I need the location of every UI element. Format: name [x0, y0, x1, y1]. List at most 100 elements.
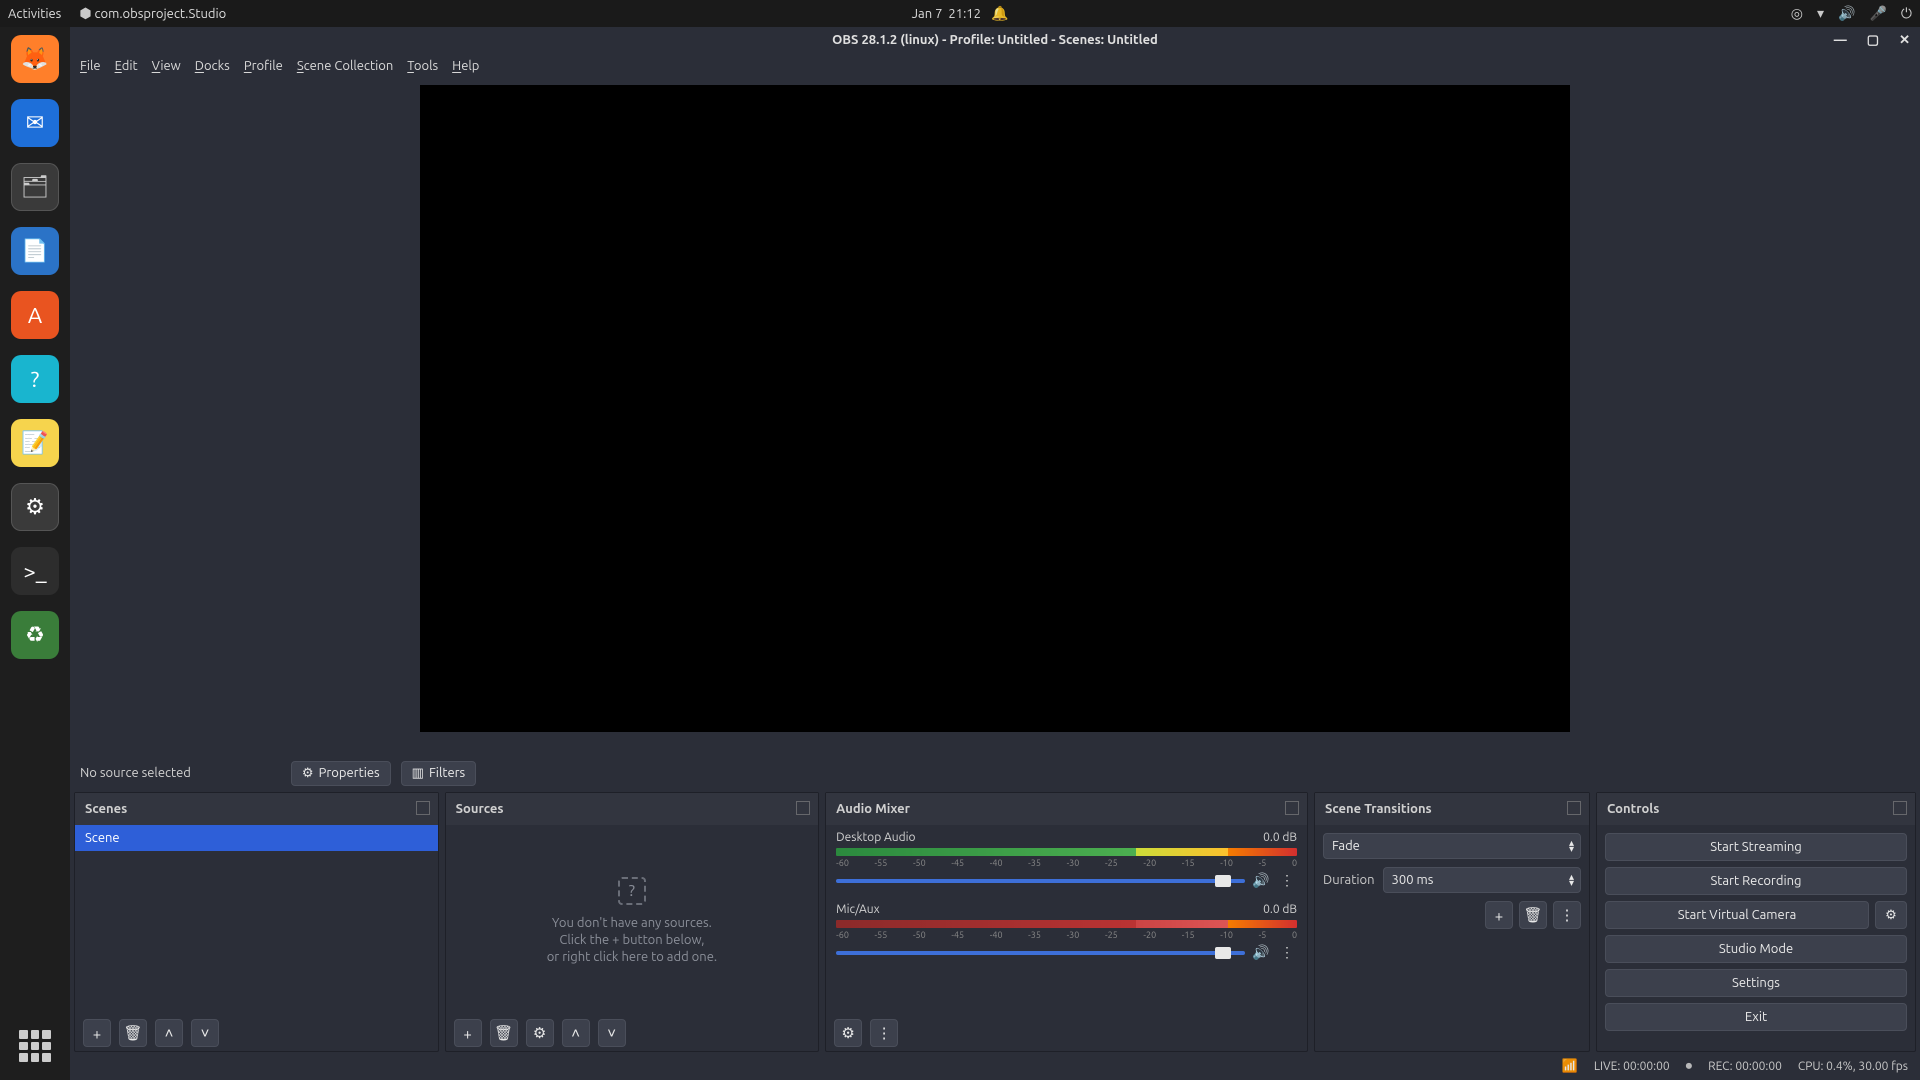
mixer-menu-button[interactable]: ⋮	[870, 1019, 898, 1047]
menu-file[interactable]: File	[80, 59, 101, 73]
date-label[interactable]: Jan 7 21:12	[912, 7, 981, 21]
obs-logo-icon: ⬢	[79, 5, 91, 21]
dock-software[interactable]: A	[11, 291, 59, 339]
dock-help[interactable]: ?	[11, 355, 59, 403]
source-toolbar: No source selected ⚙Properties ▥Filters	[70, 754, 1920, 792]
exit-button[interactable]: Exit	[1605, 1003, 1907, 1031]
menu-edit[interactable]: Edit	[115, 59, 138, 73]
menu-tools[interactable]: Tools	[407, 59, 438, 73]
scene-item[interactable]: Scene	[75, 825, 438, 851]
move-source-down-button[interactable]: ˅	[598, 1019, 626, 1047]
filters-button[interactable]: ▥Filters	[401, 761, 477, 786]
menu-profile[interactable]: Profile	[244, 59, 283, 73]
start-recording-button[interactable]: Start Recording	[1605, 867, 1907, 895]
notification-icon[interactable]: 🔔	[991, 5, 1008, 22]
volume-slider[interactable]	[836, 879, 1245, 883]
duration-label: Duration	[1323, 873, 1375, 887]
empty-text: or right click here to add one.	[547, 950, 717, 964]
remove-source-button[interactable]: 🗑	[490, 1019, 518, 1047]
preview-canvas[interactable]	[420, 85, 1570, 732]
dock-thunderbird[interactable]: ✉	[11, 99, 59, 147]
properties-button[interactable]: ⚙Properties	[291, 761, 391, 786]
track-menu-icon[interactable]: ⋮	[1277, 872, 1297, 889]
preview-area	[70, 79, 1920, 754]
settings-button[interactable]: Settings	[1605, 969, 1907, 997]
record-icon: ⏺	[1686, 1059, 1693, 1074]
popout-icon[interactable]	[1285, 801, 1299, 815]
volume-slider[interactable]	[836, 951, 1245, 955]
transition-menu-button[interactable]: ⋮	[1553, 901, 1581, 929]
remove-scene-button[interactable]: 🗑	[119, 1019, 147, 1047]
transitions-header: Scene Transitions	[1315, 793, 1589, 825]
mixer-track: Mic/Aux0.0 dB -60-55-50-45-40-35-30-25-2…	[826, 897, 1307, 969]
window-titlebar: OBS 28.1.2 (linux) - Profile: Untitled -…	[70, 27, 1920, 53]
add-scene-button[interactable]: +	[83, 1019, 111, 1047]
remove-transition-button[interactable]: 🗑	[1519, 901, 1547, 929]
popout-icon[interactable]	[796, 801, 810, 815]
dock-firefox[interactable]: 🦊	[11, 35, 59, 83]
dock-settings[interactable]: ⚙	[11, 483, 59, 531]
controls-panel: Controls Start Streaming Start Recording…	[1596, 792, 1916, 1052]
sources-panel: Sources ? You don't have any sources. Cl…	[445, 792, 820, 1052]
controls-header: Controls	[1597, 793, 1915, 825]
cpu-status: CPU: 0.4%, 30.00 fps	[1798, 1060, 1908, 1073]
transitions-panel: Scene Transitions Fade▴▾ Duration 300 ms…	[1314, 792, 1590, 1052]
no-source-label: No source selected	[80, 766, 191, 780]
track-name: Mic/Aux	[836, 903, 880, 916]
window-minimize[interactable]: —	[1830, 31, 1851, 49]
menu-view[interactable]: View	[152, 59, 181, 73]
obs-window: OBS 28.1.2 (linux) - Profile: Untitled -…	[70, 27, 1920, 1080]
gear-icon: ⚙	[1885, 908, 1897, 923]
move-scene-down-button[interactable]: ˅	[191, 1019, 219, 1047]
move-source-up-button[interactable]: ˄	[562, 1019, 590, 1047]
power-icon[interactable]: ⏻	[1901, 5, 1912, 22]
popout-icon[interactable]	[1893, 801, 1907, 815]
track-menu-icon[interactable]: ⋮	[1277, 944, 1297, 961]
rec-status: REC: 00:00:00	[1708, 1060, 1782, 1073]
dock-files[interactable]: 🗂	[11, 163, 59, 211]
vu-meter	[836, 920, 1297, 928]
track-level: 0.0 dB	[1263, 903, 1297, 916]
popout-icon[interactable]	[416, 801, 430, 815]
dock-writer[interactable]: 📄	[11, 227, 59, 275]
advanced-audio-button[interactable]: ⚙	[834, 1019, 862, 1047]
window-close[interactable]: ✕	[1895, 31, 1914, 50]
speaker-icon[interactable]: 🔊	[1251, 872, 1271, 889]
activities-button[interactable]: Activities	[8, 7, 61, 21]
current-app[interactable]: ⬢ com.obsproject.Studio	[79, 5, 226, 22]
sources-header: Sources	[446, 793, 819, 825]
speaker-icon[interactable]: 🔊	[1251, 944, 1271, 961]
screencast-icon[interactable]: ◎	[1791, 5, 1803, 22]
dock-trash[interactable]: ♻	[11, 611, 59, 659]
duration-input[interactable]: 300 ms▴▾	[1383, 867, 1581, 893]
audio-mixer-panel: Audio Mixer Desktop Audio0.0 dB -60-55-5…	[825, 792, 1308, 1052]
virtual-camera-settings-button[interactable]: ⚙	[1875, 901, 1907, 929]
move-scene-up-button[interactable]: ˄	[155, 1019, 183, 1047]
menu-help[interactable]: Help	[452, 59, 479, 73]
popout-icon[interactable]	[1567, 801, 1581, 815]
scenes-panel: Scenes Scene + 🗑 ˄ ˅	[74, 792, 439, 1052]
menu-scene-collection[interactable]: Scene Collection	[297, 59, 393, 73]
start-virtual-camera-button[interactable]: Start Virtual Camera	[1605, 901, 1869, 929]
dock-text-editor[interactable]: 📝	[11, 419, 59, 467]
add-transition-button[interactable]: +	[1485, 901, 1513, 929]
sources-empty-state[interactable]: ? You don't have any sources. Click the …	[446, 825, 819, 1015]
window-maximize[interactable]: ▢	[1863, 31, 1883, 50]
volume-icon[interactable]: 🔊	[1838, 5, 1855, 22]
show-applications[interactable]	[19, 1030, 51, 1062]
wifi-icon[interactable]: ▾	[1817, 5, 1824, 22]
start-streaming-button[interactable]: Start Streaming	[1605, 833, 1907, 861]
menu-docks[interactable]: Docks	[195, 59, 230, 73]
menubar: File Edit View Docks Profile Scene Colle…	[70, 53, 1920, 79]
gnome-topbar: Activities ⬢ com.obsproject.Studio Jan 7…	[0, 0, 1920, 27]
scenes-header: Scenes	[75, 793, 438, 825]
dock-terminal[interactable]: >_	[11, 547, 59, 595]
add-source-button[interactable]: +	[454, 1019, 482, 1047]
source-settings-button[interactable]: ⚙	[526, 1019, 554, 1047]
mixer-header: Audio Mixer	[826, 793, 1307, 825]
studio-mode-button[interactable]: Studio Mode	[1605, 935, 1907, 963]
mic-icon[interactable]: 🎤	[1869, 5, 1886, 22]
mixer-track: Desktop Audio0.0 dB -60-55-50-45-40-35-3…	[826, 825, 1307, 897]
transition-select[interactable]: Fade▴▾	[1323, 833, 1581, 859]
question-icon: ?	[618, 877, 646, 905]
